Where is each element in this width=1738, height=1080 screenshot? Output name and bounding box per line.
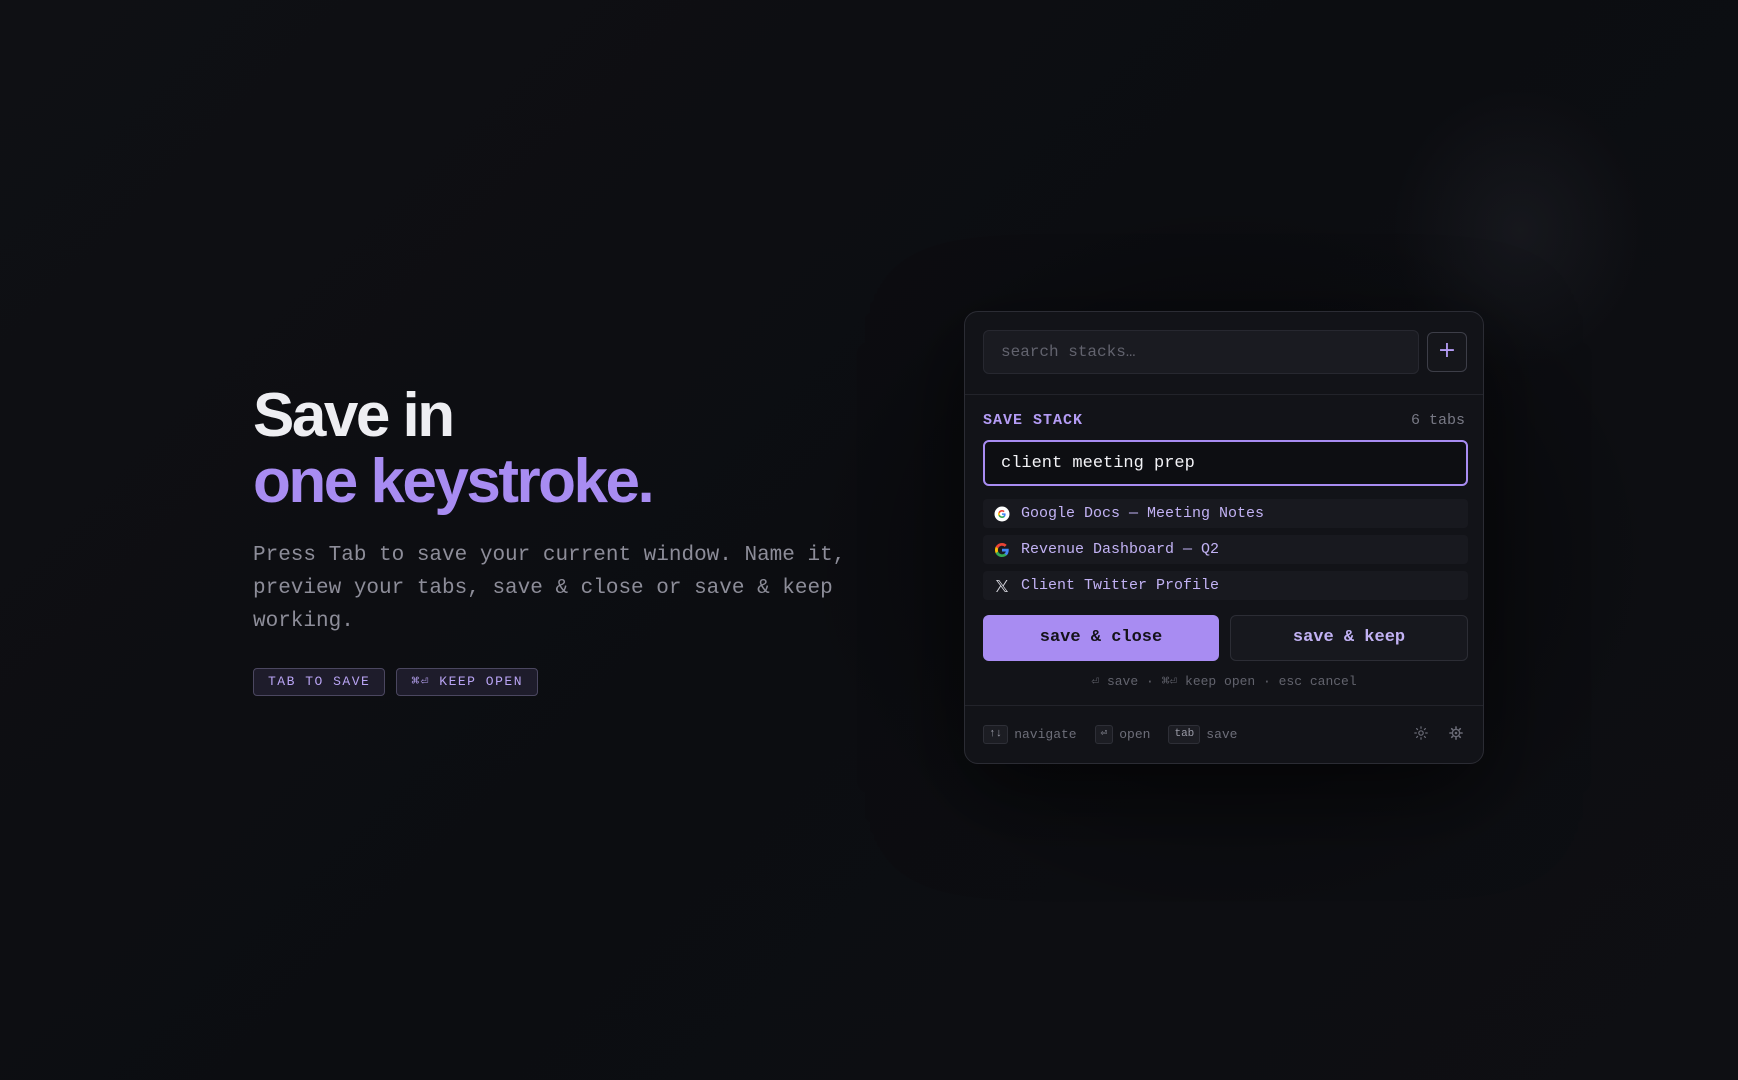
list-item[interactable]: Google Docs — Meeting Notes [983,499,1468,528]
add-stack-button[interactable]: + [1427,332,1467,372]
badge-tab-to-save: TAB TO SAVE [253,668,386,696]
google-icon [993,505,1011,523]
save-label: save [1206,727,1238,742]
hero-title-line2: one keystroke. [253,447,655,516]
panel-footer: ↑↓ navigate ⏎ open tab save [965,705,1483,763]
google-icon [993,541,1011,559]
hero-title: Save in one keystroke. [253,383,873,515]
footer-save: tab save [1168,725,1238,744]
badge-keep-open: ⌘⏎ KEEP OPEN [396,668,538,696]
sun-icon[interactable] [1412,725,1430,744]
hero-description: Press Tab to save your current window. N… [253,544,846,633]
x-icon [993,577,1011,595]
gear-icon[interactable] [1447,725,1465,744]
tab-preview-list: Google Docs — Meeting Notes Revenue Dash… [983,499,1468,607]
list-item[interactable]: Client Twitter Profile [983,571,1468,600]
save-close-button[interactable]: save & close [983,615,1219,661]
navigate-label: navigate [1014,727,1077,742]
hero-title-line1: Save in [253,381,455,450]
open-label: open [1119,727,1151,742]
open-key: ⏎ [1094,725,1114,744]
tab-label: Client Twitter Profile [1021,577,1220,594]
save-key: tab [1168,725,1201,744]
stack-name-input[interactable] [983,440,1468,486]
tab-label: Revenue Dashboard — Q2 [1021,541,1220,558]
tab-count: 6 tabs [1410,412,1465,429]
tab-label: Google Docs — Meeting Notes [1021,505,1265,522]
save-actions: save & close save & keep [983,615,1468,661]
panel-header: + [965,312,1483,395]
page-background: Save in one keystroke. Press Tab to save… [0,0,1738,1080]
footer-navigate: ↑↓ navigate [983,725,1077,744]
save-stack-header: SAVE STACK 6 tabs [983,412,1465,429]
hero-section: Save in one keystroke. Press Tab to save… [253,383,873,696]
footer-open: ⏎ open [1094,725,1151,744]
shortcut-hint: ⏎ save · ⌘⏎ keep open · esc cancel [1091,674,1357,689]
search-input[interactable] [983,330,1419,374]
hero-badges: TAB TO SAVE ⌘⏎ KEEP OPEN [253,668,873,696]
stack-popup: + SAVE STACK 6 tabs Google Docs — Meetin [964,311,1484,764]
navigate-key: ↑↓ [983,725,1009,744]
list-item[interactable]: Revenue Dashboard — Q2 [983,535,1468,564]
section-title: SAVE STACK [983,412,1084,429]
save-keep-button[interactable]: save & keep [1230,615,1468,661]
